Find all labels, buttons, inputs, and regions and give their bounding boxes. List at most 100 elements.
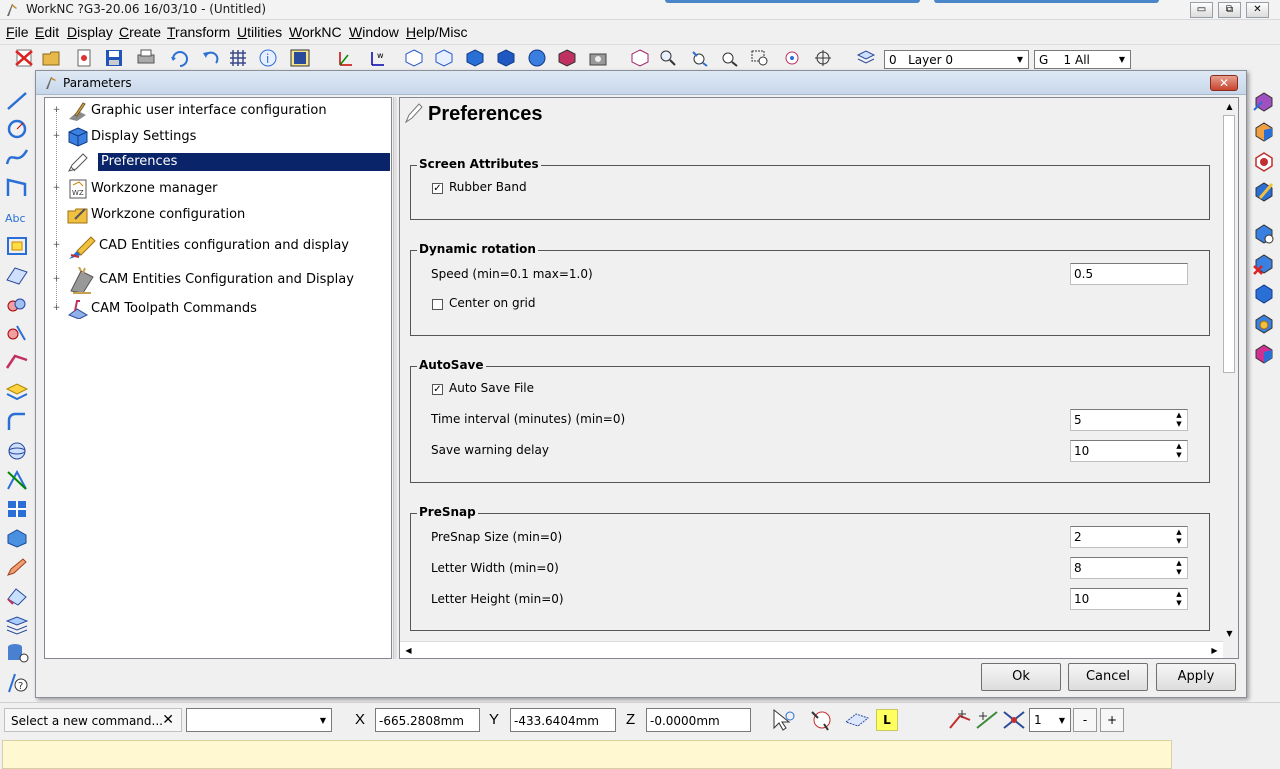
cube-arrow-icon[interactable] bbox=[1252, 90, 1276, 114]
snap-grid-icon[interactable] bbox=[844, 708, 870, 732]
tree-item-preferences[interactable]: Preferences bbox=[45, 151, 391, 175]
tree-item-display-settings[interactable]: + Display Settings bbox=[45, 125, 391, 149]
snap-target-icon[interactable] bbox=[808, 708, 836, 732]
vertical-scrollbar[interactable]: ▲ ▼ bbox=[1221, 98, 1238, 642]
letter-width-stepper[interactable]: 8 ▲ ▼ bbox=[1070, 557, 1188, 579]
scroll-thumb[interactable] bbox=[1223, 115, 1235, 373]
view-top-icon[interactable] bbox=[465, 49, 485, 67]
menu-transform[interactable]: Transform bbox=[167, 24, 230, 40]
time-interval-stepper[interactable]: 5 ▲ ▼ bbox=[1070, 409, 1188, 431]
cross-lines-icon[interactable] bbox=[5, 469, 29, 491]
intersect-icon[interactable] bbox=[5, 294, 29, 316]
help-icon[interactable]: ? bbox=[5, 672, 29, 694]
info-icon[interactable]: i bbox=[258, 49, 278, 67]
increment-button[interactable]: + bbox=[1100, 708, 1124, 732]
expand-icon[interactable]: + bbox=[52, 241, 61, 250]
letter-height-stepper[interactable]: 10 ▲ ▼ bbox=[1070, 588, 1188, 610]
shade-sphere-icon[interactable] bbox=[527, 49, 547, 67]
spin-up-icon[interactable]: ▲ bbox=[1172, 528, 1186, 537]
camera-icon[interactable] bbox=[588, 49, 608, 67]
rubber-band-checkbox[interactable]: ✓ bbox=[432, 183, 443, 194]
spin-up-icon[interactable]: ▲ bbox=[1172, 559, 1186, 568]
curve-icon[interactable] bbox=[5, 146, 29, 168]
eraser-icon[interactable] bbox=[5, 585, 29, 607]
pencil-icon[interactable] bbox=[5, 556, 29, 578]
rotate-icon[interactable] bbox=[170, 49, 190, 67]
spin-down-icon[interactable]: ▼ bbox=[1172, 599, 1186, 608]
close-app-button[interactable]: ✕ bbox=[1246, 2, 1269, 18]
menu-file[interactable]: File bbox=[6, 24, 29, 40]
text-icon[interactable]: Abc bbox=[5, 206, 29, 228]
dialog-close-button[interactable]: ✕ bbox=[1210, 75, 1238, 91]
spin-down-icon[interactable]: ▼ bbox=[1172, 420, 1186, 429]
view-front-icon[interactable] bbox=[434, 49, 454, 67]
layers-stack-icon[interactable] bbox=[5, 614, 29, 636]
cube-info-icon[interactable] bbox=[1252, 222, 1276, 246]
undo-icon[interactable] bbox=[200, 49, 220, 67]
sphere-mesh-icon[interactable] bbox=[5, 440, 29, 462]
grid-icon[interactable] bbox=[228, 49, 248, 67]
delete-icon[interactable] bbox=[14, 49, 34, 67]
scroll-right-icon[interactable]: ▶ bbox=[1206, 642, 1223, 658]
view-side-icon[interactable] bbox=[496, 49, 516, 67]
parameters-icon[interactable] bbox=[290, 49, 310, 67]
polyline-icon[interactable] bbox=[5, 176, 29, 198]
spin-down-icon[interactable]: ▼ bbox=[1172, 451, 1186, 460]
y-coord-field[interactable]: -433.6404mm bbox=[510, 708, 616, 732]
axis-xy-icon[interactable] bbox=[334, 49, 354, 67]
tree-item-workzone-manager[interactable]: + WZ Workzone manager bbox=[45, 177, 391, 201]
decrement-button[interactable]: - bbox=[1073, 708, 1097, 732]
plane-grid-icon[interactable] bbox=[5, 498, 29, 520]
horizontal-scrollbar[interactable]: ◀ ▶ bbox=[400, 641, 1223, 658]
cancel-button[interactable]: Cancel bbox=[1068, 663, 1148, 691]
view-iso-icon[interactable] bbox=[404, 49, 424, 67]
step-combo[interactable]: 1 ▼ bbox=[1029, 708, 1071, 732]
cube-delete-icon[interactable] bbox=[1252, 252, 1276, 276]
panel-splitter[interactable] bbox=[393, 97, 397, 659]
tree-item-cam-toolpath[interactable]: + CAM Toolpath Commands bbox=[45, 297, 391, 321]
auto-save-checkbox[interactable]: ✓ bbox=[432, 384, 443, 395]
speed-field[interactable]: 0.5 bbox=[1070, 263, 1188, 285]
tree-item-workzone-config[interactable]: Workzone configuration bbox=[45, 203, 391, 227]
menu-help-misc[interactable]: Help/Misc bbox=[406, 24, 467, 40]
clear-command-icon[interactable]: ✕ bbox=[162, 712, 174, 728]
scroll-up-icon[interactable]: ▲ bbox=[1221, 98, 1238, 115]
cube-red-icon[interactable] bbox=[1252, 150, 1276, 174]
layers-icon[interactable] bbox=[856, 49, 876, 67]
expand-icon[interactable]: + bbox=[52, 106, 61, 115]
render-cube-icon[interactable] bbox=[557, 49, 577, 67]
select-cursor-icon[interactable] bbox=[770, 708, 796, 732]
snap-midpoint-icon[interactable] bbox=[975, 708, 999, 732]
scroll-left-icon[interactable]: ◀ bbox=[400, 642, 417, 658]
extend-icon[interactable] bbox=[5, 350, 29, 372]
cube-blue-icon[interactable] bbox=[1252, 282, 1276, 306]
scroll-down-icon[interactable]: ▼ bbox=[1221, 625, 1238, 642]
x-coord-field[interactable]: -665.2808mm bbox=[375, 708, 480, 732]
spin-up-icon[interactable]: ▲ bbox=[1172, 442, 1186, 451]
center-on-grid-checkbox[interactable] bbox=[432, 299, 443, 310]
zoom-icon[interactable] bbox=[658, 49, 678, 67]
menu-window[interactable]: Window bbox=[349, 24, 399, 40]
database-icon[interactable] bbox=[5, 642, 29, 664]
axis-w-icon[interactable]: w bbox=[366, 49, 386, 67]
zoom-out-icon[interactable] bbox=[720, 49, 740, 67]
cube-orange-icon[interactable] bbox=[1252, 120, 1276, 144]
spin-up-icon[interactable]: ▲ bbox=[1172, 411, 1186, 420]
offset-icon[interactable] bbox=[5, 381, 29, 403]
cube-edit-icon[interactable] bbox=[1252, 180, 1276, 204]
presnap-size-stepper[interactable]: 2 ▲ ▼ bbox=[1070, 526, 1188, 548]
warning-delay-stepper[interactable]: 10 ▲ ▼ bbox=[1070, 440, 1188, 462]
layer-combo[interactable]: 0 Layer 0 ▼ bbox=[884, 50, 1029, 69]
minimize-button[interactable]: ▭ bbox=[1190, 2, 1213, 18]
tree-item-gui-config[interactable]: + Graphic user interface configuration bbox=[45, 99, 391, 123]
menu-worknc[interactable]: WorkNC bbox=[289, 24, 342, 40]
z-coord-field[interactable]: -0.0000mm bbox=[646, 708, 751, 732]
snap-endpoint-icon[interactable] bbox=[948, 708, 972, 732]
expand-icon[interactable]: + bbox=[52, 132, 61, 141]
apply-button[interactable]: Apply bbox=[1156, 663, 1236, 691]
spin-down-icon[interactable]: ▼ bbox=[1172, 568, 1186, 577]
tree-item-cad-entities[interactable]: + CAD Entities configuration and display bbox=[45, 231, 391, 261]
menu-create[interactable]: Create bbox=[119, 24, 161, 40]
solid-icon[interactable] bbox=[5, 527, 29, 549]
fillet-icon[interactable] bbox=[5, 410, 29, 432]
